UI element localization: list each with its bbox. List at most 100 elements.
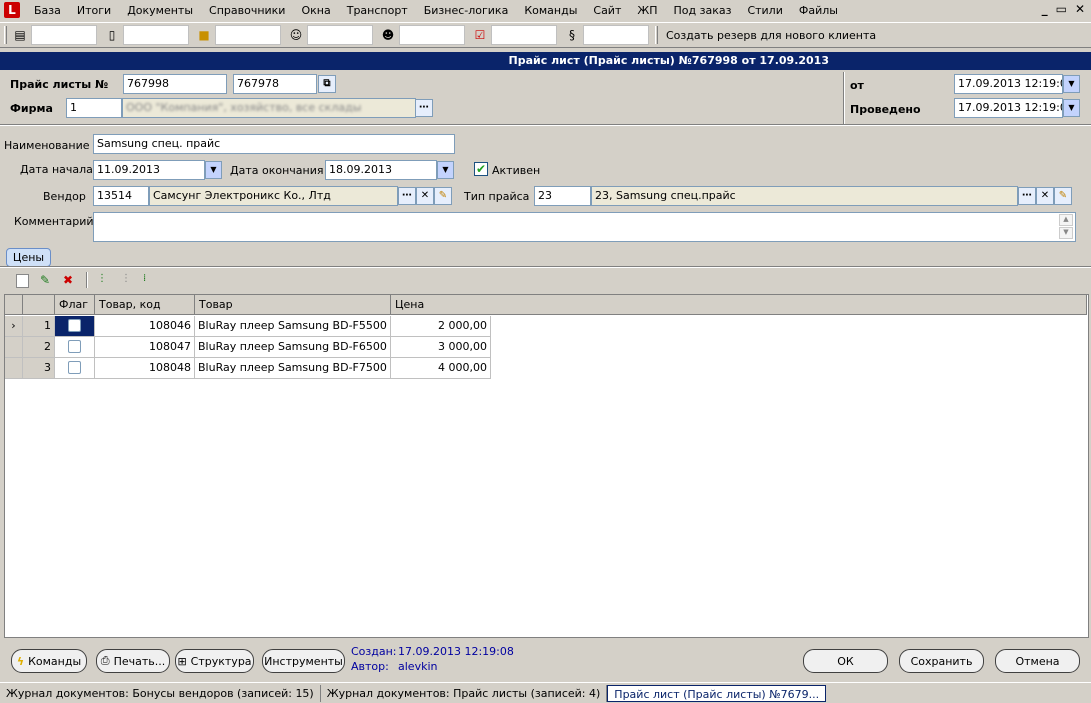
edit-row-icon[interactable]: ✎: [40, 273, 50, 287]
grid-header-rownum: [23, 295, 55, 315]
table-cell-price[interactable]: 2 000,00: [391, 316, 491, 337]
toolbar-field-3[interactable]: [215, 25, 281, 45]
window-tab-pricelists-journal[interactable]: Журнал документов: Прайс листы (записей:…: [321, 684, 608, 702]
table-cell-product[interactable]: BluRay плеер Samsung BD-F7500: [195, 358, 391, 379]
table-cell-product[interactable]: BluRay плеер Samsung BD-F6500: [195, 337, 391, 358]
new-row-icon[interactable]: [16, 274, 29, 288]
tab-prices[interactable]: Цены: [6, 248, 51, 267]
pricetype-edit-icon[interactable]: ✎: [1054, 187, 1072, 205]
firm-code-field[interactable]: 1: [66, 98, 122, 118]
table-cell-product[interactable]: BluRay плеер Samsung BD-F5500: [195, 316, 391, 337]
move-down-icon[interactable]: ⋮: [97, 273, 107, 284]
posted-date-field[interactable]: 17.09.2013 12:19:08: [954, 98, 1063, 118]
row-flag-checkbox[interactable]: [68, 361, 81, 374]
header-divider: [843, 72, 845, 124]
menu-item-commands[interactable]: Команды: [516, 4, 585, 17]
commands-button-label: Команды: [28, 654, 82, 668]
window-tab-current-pricelist[interactable]: Прайс лист (Прайс листы) №7679...: [607, 684, 827, 702]
menu-item-site[interactable]: Сайт: [585, 4, 629, 17]
menu-item-zhp[interactable]: ЖП: [629, 4, 665, 17]
menu-item-baza[interactable]: База: [26, 4, 69, 17]
restore-icon[interactable]: ▭: [1056, 2, 1067, 16]
vendor-code-field[interactable]: 13514: [93, 186, 149, 206]
grid-header-code[interactable]: Товар, код: [95, 295, 195, 315]
end-date-field[interactable]: 18.09.2013: [325, 160, 437, 180]
vendor-edit-icon[interactable]: ✎: [434, 187, 452, 205]
table-cell-code[interactable]: 108047: [95, 337, 195, 358]
start-date-dropdown-icon[interactable]: ▼: [205, 161, 222, 179]
menu-item-styles[interactable]: Стили: [739, 4, 790, 17]
pricelist-number-field[interactable]: 767998: [123, 74, 227, 94]
scroll-icon[interactable]: §: [563, 26, 581, 44]
menu-item-business-logic[interactable]: Бизнес-логика: [416, 4, 517, 17]
toolbar-field-1[interactable]: [31, 25, 97, 45]
active-checkbox[interactable]: ✔: [474, 162, 488, 176]
structure-button[interactable]: ⊞ Структура: [175, 649, 254, 673]
vendor-select-button[interactable]: ⋯: [398, 187, 416, 205]
from-date-field[interactable]: 17.09.2013 12:19:08: [954, 74, 1063, 94]
save-button[interactable]: Сохранить: [899, 649, 984, 673]
close-icon[interactable]: ✕: [1075, 2, 1085, 16]
menu-item-transport[interactable]: Транспорт: [339, 4, 416, 17]
toolbar-field-5[interactable]: [399, 25, 465, 45]
table-cell-flag[interactable]: [55, 337, 95, 358]
comment-scroll-down-icon[interactable]: ▼: [1059, 227, 1073, 239]
commands-button[interactable]: ϟ Команды: [11, 649, 87, 673]
table-cell-flag[interactable]: [55, 316, 95, 337]
expand-icon[interactable]: ⁞: [143, 273, 146, 284]
table-cell-price[interactable]: 3 000,00: [391, 337, 491, 358]
agent-icon[interactable]: ☻: [379, 26, 397, 44]
print-button[interactable]: ⎙ Печать...: [96, 649, 170, 673]
start-date-label: Дата начала: [20, 163, 93, 176]
menu-item-to-order[interactable]: Под заказ: [666, 4, 740, 17]
start-date-field[interactable]: 11.09.2013: [93, 160, 205, 180]
menu-item-files[interactable]: Файлы: [791, 4, 846, 17]
toolbar-field-4[interactable]: [307, 25, 373, 45]
toolbar-grip[interactable]: [4, 26, 7, 44]
row-flag-checkbox[interactable]: [68, 340, 81, 353]
toolbar-field-2[interactable]: [123, 25, 189, 45]
from-date-dropdown-icon[interactable]: ▼: [1063, 75, 1080, 93]
ok-button[interactable]: ОК: [803, 649, 888, 673]
pricetype-code-field[interactable]: 23: [534, 186, 591, 206]
move-up-icon[interactable]: ⋮: [121, 273, 131, 284]
menu-item-references[interactable]: Справочники: [201, 4, 293, 17]
posted-date-dropdown-icon[interactable]: ▼: [1063, 99, 1080, 117]
document-icon[interactable]: ▯: [103, 26, 121, 44]
vendor-clear-icon[interactable]: ✕: [416, 187, 434, 205]
grid-header-flag[interactable]: Флаг: [55, 295, 95, 315]
menu-item-documents[interactable]: Документы: [119, 4, 201, 17]
toolbar-field-6[interactable]: [491, 25, 557, 45]
delete-row-icon[interactable]: ✖: [63, 273, 73, 287]
table-cell-code[interactable]: 108046: [95, 316, 195, 337]
invoice-icon[interactable]: ▤: [11, 26, 29, 44]
grid-header-price[interactable]: Цена: [391, 295, 1087, 315]
row-flag-checkbox[interactable]: [68, 319, 81, 332]
copy-icon[interactable]: ⧉: [318, 75, 336, 93]
menu-item-itogi[interactable]: Итоги: [69, 4, 119, 17]
vendor-name-field: Самсунг Электроникс Ко., Лтд: [149, 186, 398, 206]
checklist-icon[interactable]: ☑: [471, 26, 489, 44]
pricelist-base-number-field[interactable]: 767978: [233, 74, 317, 94]
menu-item-windows[interactable]: Окна: [293, 4, 338, 17]
cancel-button[interactable]: Отмена: [995, 649, 1080, 673]
pricetype-select-button[interactable]: ⋯: [1018, 187, 1036, 205]
table-cell-flag[interactable]: [55, 358, 95, 379]
toolbar-field-7[interactable]: [583, 25, 649, 45]
table-cell-code[interactable]: 108048: [95, 358, 195, 379]
tools-button[interactable]: Инструменты: [262, 649, 345, 673]
user-icon[interactable]: ☺: [287, 26, 305, 44]
end-date-dropdown-icon[interactable]: ▼: [437, 161, 454, 179]
name-field[interactable]: Samsung спец. прайс: [93, 134, 455, 154]
table-cell-price[interactable]: 4 000,00: [391, 358, 491, 379]
create-reserve-button[interactable]: Создать резерв для нового клиента: [666, 29, 876, 42]
package-icon[interactable]: ■: [195, 26, 213, 44]
pricetype-clear-icon[interactable]: ✕: [1036, 187, 1054, 205]
window-tab-vendor-bonuses[interactable]: Журнал документов: Бонусы вендоров (запи…: [0, 684, 321, 702]
comment-scroll-up-icon[interactable]: ▲: [1059, 214, 1073, 226]
minimize-icon[interactable]: _: [1042, 2, 1048, 16]
firm-select-button[interactable]: ⋯: [415, 99, 433, 117]
grid-header-product[interactable]: Товар: [195, 295, 391, 315]
prices-grid: Флаг Товар, код Товар Цена › 1 108046 Bl…: [4, 294, 1089, 638]
comment-field[interactable]: [93, 212, 1076, 242]
